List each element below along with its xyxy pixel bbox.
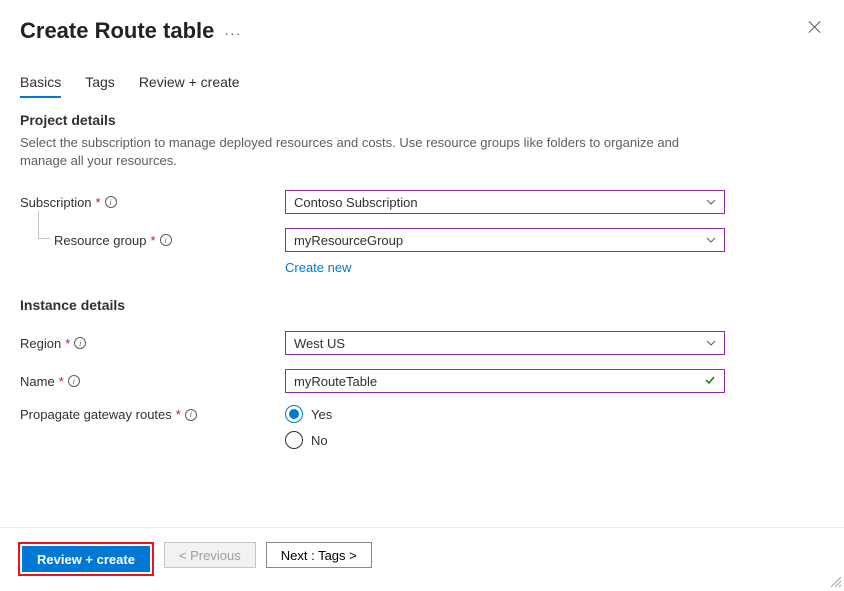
resource-group-label: Resource group * i <box>20 233 285 248</box>
tab-review-create[interactable]: Review + create <box>139 74 240 98</box>
close-icon[interactable] <box>808 20 822 34</box>
instance-details-heading: Instance details <box>20 297 824 313</box>
footer-bar: Review + create < Previous Next : Tags > <box>0 527 844 576</box>
more-icon[interactable]: ··· <box>224 21 241 41</box>
required-indicator: * <box>96 195 101 210</box>
page-title: Create Route table <box>20 18 214 44</box>
tree-indent-line <box>38 211 50 239</box>
propagate-radio-yes[interactable]: Yes <box>285 405 725 423</box>
radio-icon <box>285 405 303 423</box>
name-label: Name * i <box>20 374 285 389</box>
next-button[interactable]: Next : Tags > <box>266 542 372 568</box>
tab-tags[interactable]: Tags <box>85 74 115 98</box>
previous-button: < Previous <box>164 542 256 568</box>
radio-icon <box>285 431 303 449</box>
region-select[interactable]: West US <box>285 331 725 355</box>
info-icon[interactable]: i <box>74 337 86 349</box>
tab-bar: Basics Tags Review + create <box>0 44 844 98</box>
info-icon[interactable]: i <box>185 409 197 421</box>
required-indicator: * <box>59 374 64 389</box>
subscription-select[interactable]: Contoso Subscription <box>285 190 725 214</box>
required-indicator: * <box>65 336 70 351</box>
review-create-button[interactable]: Review + create <box>22 546 150 572</box>
propagate-radio-no[interactable]: No <box>285 431 725 449</box>
required-indicator: * <box>176 407 181 422</box>
tab-basics[interactable]: Basics <box>20 74 61 98</box>
required-indicator: * <box>151 233 156 248</box>
subscription-label: Subscription * i <box>20 195 285 210</box>
info-icon[interactable]: i <box>68 375 80 387</box>
info-icon[interactable]: i <box>160 234 172 246</box>
region-label: Region * i <box>20 336 285 351</box>
info-icon[interactable]: i <box>105 196 117 208</box>
project-details-description: Select the subscription to manage deploy… <box>20 134 720 170</box>
check-icon <box>704 374 716 389</box>
name-input[interactable]: myRouteTable <box>285 369 725 393</box>
propagate-label: Propagate gateway routes * i <box>20 405 285 422</box>
project-details-heading: Project details <box>20 112 824 128</box>
create-new-link[interactable]: Create new <box>285 260 351 275</box>
chevron-down-icon <box>706 338 716 348</box>
highlight-box: Review + create <box>18 542 154 576</box>
resource-group-select[interactable]: myResourceGroup <box>285 228 725 252</box>
chevron-down-icon <box>706 235 716 245</box>
chevron-down-icon <box>706 197 716 207</box>
resize-handle-icon[interactable] <box>830 576 842 588</box>
